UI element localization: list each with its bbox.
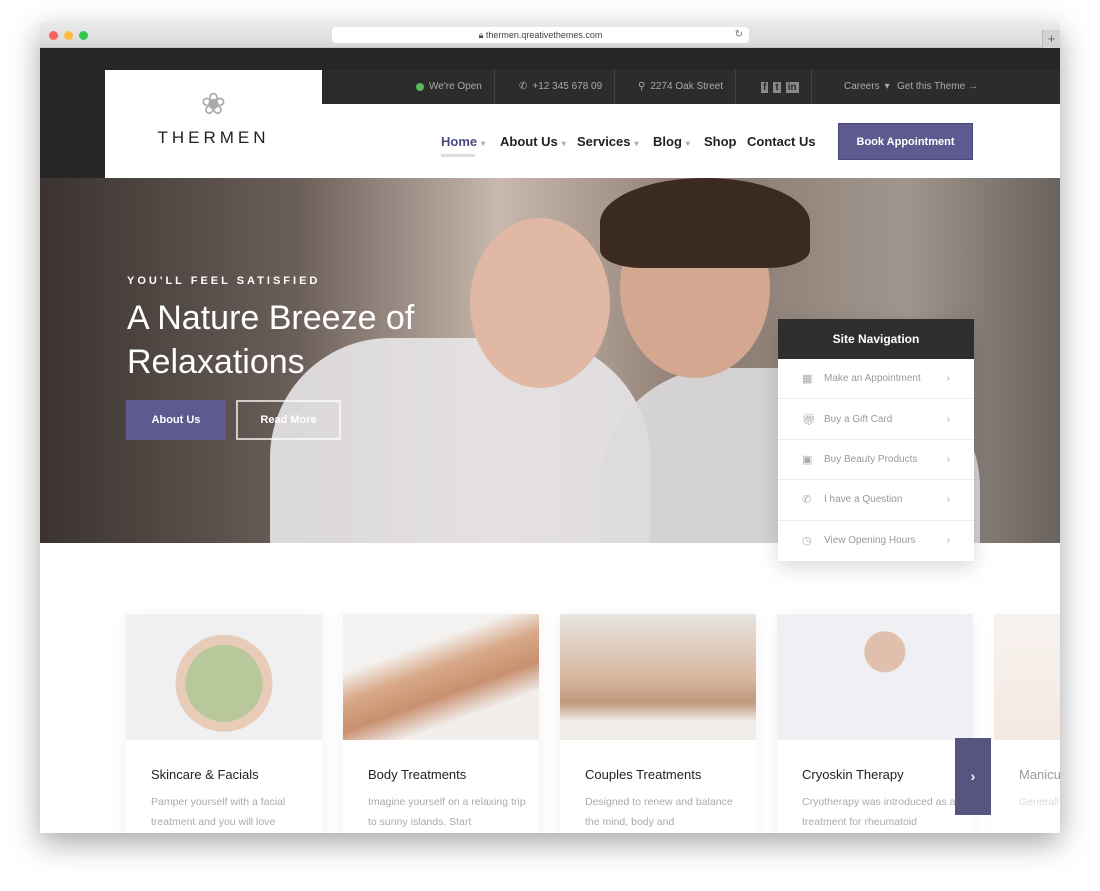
chevron-right-icon: › [946, 494, 950, 506]
address-text: 2274 Oak Street [650, 81, 724, 92]
social-links: f t in [749, 70, 812, 104]
nav-blog[interactable]: Blog ▾ [653, 134, 690, 149]
nav-label: About Us [500, 134, 558, 149]
hero-image-woman-face [470, 218, 610, 388]
hero-kicker: YOU'LL FEEL SATISFIED [127, 275, 321, 287]
about-us-button[interactable]: About Us [126, 400, 226, 440]
chevron-right-icon: › [946, 373, 950, 385]
map-pin-icon: ⚲ [638, 81, 646, 92]
nav-shop[interactable]: Shop [704, 134, 737, 149]
service-image [343, 614, 539, 740]
nav-label: Services [577, 134, 631, 149]
active-underline [441, 154, 475, 157]
service-title: Couples Treatments [585, 767, 702, 782]
phone-icon: ✆ [802, 494, 812, 507]
chevron-right-icon: › [946, 413, 950, 425]
chevron-right-icon: › [946, 535, 950, 547]
linkedin-icon[interactable]: in [785, 81, 799, 93]
service-title: Cryoskin Therapy [802, 767, 904, 782]
clock-icon: ◷ [802, 535, 812, 548]
item-label: Buy a Gift Card [824, 413, 893, 425]
shopping-bag-icon: ▣ [802, 453, 813, 466]
facebook-icon[interactable]: f [761, 81, 769, 93]
new-tab-button[interactable]: + [1042, 30, 1060, 48]
chevron-down-icon: ▾ [685, 139, 690, 148]
service-card[interactable]: Manicu Generall Include [994, 614, 1060, 833]
chevron-down-icon: ▾ [634, 139, 639, 148]
site-navigation-title: Site Navigation [778, 319, 974, 359]
service-card[interactable]: Cryoskin Therapy Cryotherapy was introduc… [777, 614, 973, 833]
site-nav-item-gift-card[interactable]: 🎁︎ Buy a Gift Card › [778, 399, 974, 440]
service-description: Cryotherapy was introduced as a treatmen… [802, 796, 956, 828]
get-theme-link[interactable]: Get this Theme → [885, 70, 990, 104]
chevron-down-icon: ▾ [561, 139, 566, 148]
nav-services[interactable]: Services ▾ [577, 134, 639, 149]
nav-label: Home [441, 134, 478, 149]
minimize-window-button[interactable] [64, 31, 73, 40]
site-nav-item-appointment[interactable]: ▦ Make an Appointment › [778, 359, 974, 400]
twitter-icon[interactable]: t [773, 81, 781, 93]
maximize-window-button[interactable] [79, 31, 88, 40]
service-card[interactable]: Skincare & Facials Pamper yourself with a… [126, 614, 322, 833]
hero-title: A Nature Breeze of Relaxations [127, 299, 415, 381]
browser-titlebar: 🔒︎ thermen.qreativethemes.com ↻ + [40, 22, 1060, 48]
careers-text: Careers [844, 81, 880, 92]
chevron-right-icon: › [946, 453, 950, 465]
browser-window: 🔒︎ thermen.qreativethemes.com ↻ + YOU'LL … [40, 22, 1060, 833]
site-nav-item-question[interactable]: ✆ I have a Question › [778, 480, 974, 521]
service-card[interactable]: Couples Treatments Designed to renew and … [560, 614, 756, 833]
top-bar: We're Open ✆ +12 345 678 09 ⚲ 2274 Oak Str… [322, 70, 1060, 104]
chevron-right-icon: › [970, 768, 976, 784]
service-title: Manicu [1019, 767, 1060, 782]
phone-icon: ✆ [519, 81, 528, 92]
service-description: Imagine yourself on a relaxing trip to s… [368, 796, 526, 828]
phone-text: +12 345 678 09 [532, 81, 603, 92]
item-label: Make an Appointment [824, 373, 921, 385]
phone[interactable]: ✆ +12 345 678 09 [507, 70, 616, 104]
nav-about-us[interactable]: About Us ▾ [500, 134, 566, 149]
address: ⚲ 2274 Oak Street [626, 70, 737, 104]
item-label: Buy Beauty Products [824, 453, 918, 465]
main-nav: Home ▾ About Us ▾ Services ▾ Blog ▾ Shop Con… [322, 104, 1060, 178]
service-image [994, 614, 1060, 740]
site-nav-item-beauty-products[interactable]: ▣ Buy Beauty Products › [778, 440, 974, 481]
service-title: Skincare & Facials [151, 767, 259, 782]
service-image [777, 614, 973, 740]
page: YOU'LL FEEL SATISFIED A Nature Breeze of… [40, 48, 1060, 833]
item-label: I have a Question [824, 494, 903, 506]
carousel-next-button[interactable]: › [955, 738, 991, 815]
lotus-icon: ❀ [200, 88, 227, 121]
gift-icon: 🎁︎ [802, 413, 816, 426]
site-nav-item-opening-hours[interactable]: ◷ View Opening Hours › [778, 521, 974, 561]
item-label: View Opening Hours [824, 535, 916, 547]
open-status: We're Open [404, 70, 495, 104]
logo-text: THERMEN [157, 128, 270, 147]
open-text: We're Open [429, 81, 482, 92]
address-bar[interactable]: 🔒︎ thermen.qreativethemes.com ↻ [332, 27, 749, 43]
service-description: Generall Include [1019, 796, 1060, 808]
site-navigation-panel: Site Navigation ▦ Make an Appointment › 🎁︎… [778, 319, 974, 561]
url-text: thermen.qreativethemes.com [485, 30, 603, 40]
service-card[interactable]: Body Treatments Imagine yourself on a rel… [343, 614, 539, 833]
reload-icon[interactable]: ↻ [735, 27, 743, 43]
service-title: Body Treatments [368, 767, 467, 782]
lock-icon: 🔒︎ [478, 30, 486, 40]
chevron-down-icon: ▾ [481, 139, 486, 148]
close-window-button[interactable] [49, 31, 58, 40]
service-image [126, 614, 322, 740]
hero-image-man-hair [600, 178, 810, 268]
nav-contact-us[interactable]: Contact Us [747, 134, 816, 149]
read-more-button[interactable]: Read More [236, 400, 341, 440]
service-image [560, 614, 756, 740]
calendar-icon: ▦ [802, 373, 813, 386]
nav-label: Blog [653, 134, 682, 149]
service-description: Pamper yourself with a facial treatment … [151, 796, 286, 828]
logo[interactable]: ❀ THERMEN [105, 70, 322, 178]
nav-home[interactable]: Home ▾ [441, 134, 485, 157]
service-description: Designed to renew and balance the mind, … [585, 796, 733, 828]
book-appointment-button[interactable]: Book Appointment [838, 123, 973, 160]
open-dot-icon [416, 83, 424, 91]
